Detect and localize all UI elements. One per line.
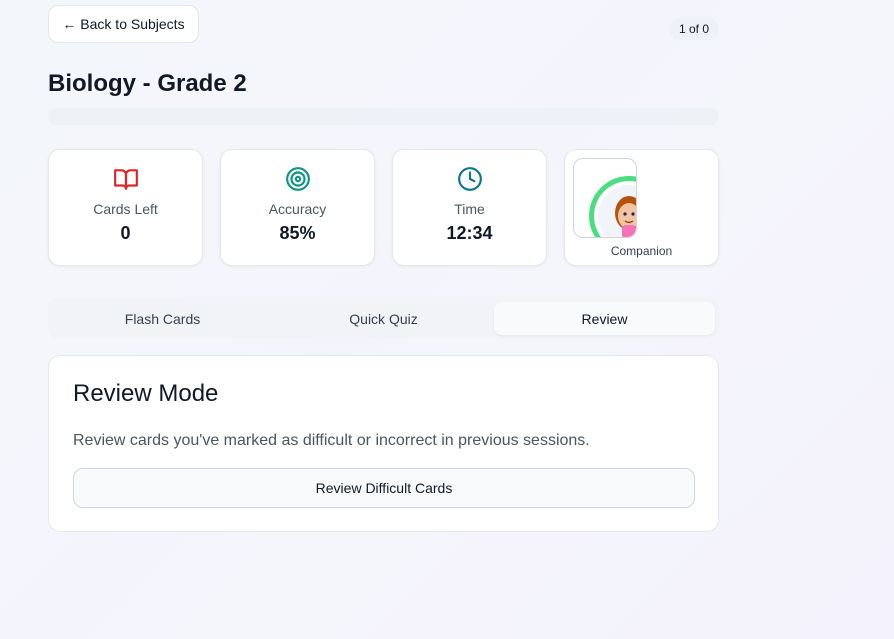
review-mode-card: Review Mode Review cards you've marked a…: [48, 355, 719, 532]
tab-flash-cards[interactable]: Flash Cards: [52, 302, 273, 335]
clock-icon: [458, 167, 482, 191]
stat-label: Time: [454, 201, 485, 217]
page-counter-badge: 1 of 0: [669, 18, 719, 40]
review-difficult-cards-button[interactable]: Review Difficult Cards: [73, 468, 695, 508]
target-icon: [286, 167, 310, 191]
back-to-subjects-button[interactable]: ← Back to Subjects: [48, 5, 199, 43]
time-value: 12:34: [446, 223, 493, 243]
companion-label: Companion: [610, 244, 673, 258]
progress-bar: [48, 108, 719, 125]
accuracy-value: 85%: [279, 223, 316, 243]
mode-tabs: Flash Cards Quick Quiz Review: [48, 298, 719, 339]
book-icon: [114, 169, 138, 190]
stat-card-accuracy: Accuracy 85%: [220, 149, 375, 266]
review-title: Review Mode: [73, 380, 219, 407]
stat-card-companion[interactable]: Companion: [564, 149, 719, 266]
companion-avatar-icon: [589, 176, 636, 237]
stat-card-cards-left: Cards Left 0: [48, 149, 203, 266]
companion-avatar[interactable]: [573, 158, 637, 238]
tab-review[interactable]: Review: [494, 302, 715, 335]
stat-card-time: Time 12:34: [392, 149, 547, 266]
stat-label: Cards Left: [93, 201, 158, 217]
stat-label: Accuracy: [268, 201, 327, 217]
cards-left-value: 0: [120, 223, 131, 243]
review-description: Review cards you've marked as difficult …: [73, 432, 590, 449]
page-title: Biology - Grade 2: [48, 70, 247, 97]
tab-quick-quiz[interactable]: Quick Quiz: [273, 302, 494, 335]
